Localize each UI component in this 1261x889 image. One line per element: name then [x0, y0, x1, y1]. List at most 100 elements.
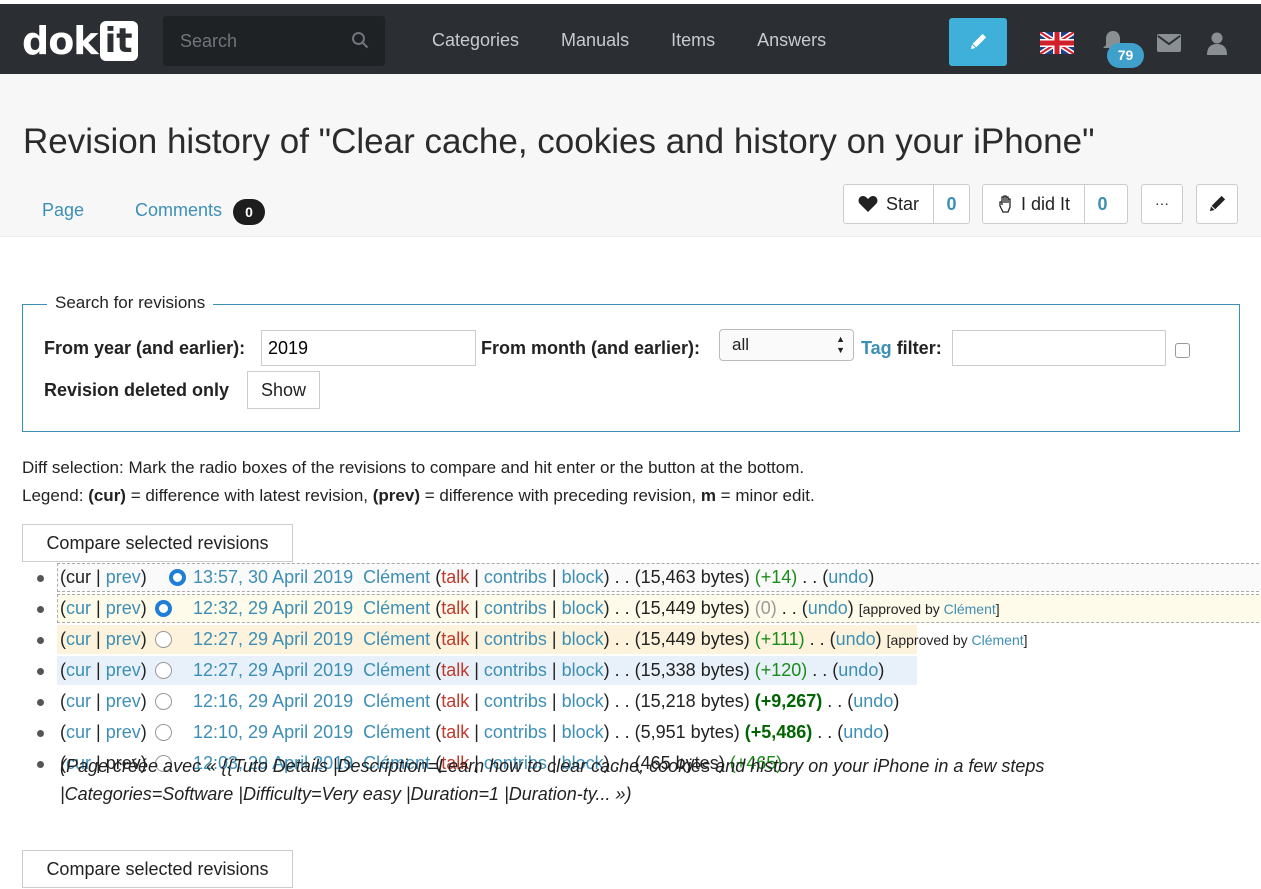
prev-link[interactable]: prev: [106, 722, 141, 742]
block-link[interactable]: block: [562, 691, 604, 711]
revision-radio[interactable]: [155, 693, 172, 710]
revision-user-link[interactable]: Clément: [363, 598, 430, 618]
uk-flag-icon[interactable]: [1040, 32, 1074, 54]
undo-link[interactable]: undo: [828, 567, 868, 587]
revision-user-link[interactable]: Clément: [363, 691, 430, 711]
cur-link[interactable]: cur: [66, 660, 91, 680]
revision-user-link[interactable]: Clément: [363, 629, 430, 649]
contribs-link[interactable]: contribs: [484, 722, 547, 742]
revision-radio[interactable]: [155, 631, 172, 648]
block-link[interactable]: block: [562, 660, 604, 680]
revision-date-link[interactable]: 12:32, 29 April 2019: [193, 598, 353, 618]
nav-manuals[interactable]: Manuals: [561, 30, 629, 51]
user-icon[interactable]: [1206, 31, 1228, 55]
cur-link[interactable]: cur: [66, 598, 91, 618]
logo-box-text: it: [99, 21, 138, 61]
talk-link[interactable]: talk: [441, 691, 469, 711]
prev-link[interactable]: prev: [106, 567, 141, 587]
mail-icon[interactable]: [1157, 34, 1181, 52]
block-link[interactable]: block: [562, 567, 604, 587]
revision-date-link[interactable]: 12:16, 29 April 2019: [193, 691, 353, 711]
revision-date-link[interactable]: 13:57, 30 April 2019: [193, 567, 353, 587]
block-link[interactable]: block: [562, 629, 604, 649]
nav-answers[interactable]: Answers: [757, 30, 826, 51]
compare-revisions-button-top[interactable]: Compare selected revisions: [22, 524, 293, 562]
year-input[interactable]: [261, 330, 476, 366]
revision-radio[interactable]: [155, 724, 172, 741]
dokit-logo[interactable]: dok it: [22, 18, 138, 64]
revision-date-link[interactable]: 12:10, 29 April 2019: [193, 722, 353, 742]
notification-badge[interactable]: 79: [1107, 43, 1144, 68]
undo-link[interactable]: undo: [838, 660, 878, 680]
revision-user-link[interactable]: Clément: [363, 722, 430, 742]
cur-prev-links: (cur | prev): [60, 629, 147, 649]
talk-link[interactable]: talk: [441, 567, 469, 587]
undo-link[interactable]: undo: [836, 629, 876, 649]
approved-user-link[interactable]: Clément: [944, 601, 996, 617]
revision-row: (cur | prev) 12:27, 29 April 2019 Clément…: [22, 655, 1242, 686]
revision-radio[interactable]: [155, 662, 172, 679]
fieldset-legend: Search for revisions: [47, 293, 214, 313]
revision-radio[interactable]: [155, 600, 172, 617]
create-button[interactable]: [949, 18, 1007, 66]
contribs-link[interactable]: contribs: [484, 629, 547, 649]
revision-date-link[interactable]: 12:27, 29 April 2019: [193, 629, 353, 649]
more-options-button[interactable]: ···: [1141, 184, 1183, 224]
comments-count-badge: 0: [233, 199, 265, 225]
legend-cur: (cur): [88, 486, 126, 505]
tag-invert-checkbox[interactable]: [1175, 343, 1190, 358]
year-label: From year (and earlier):: [44, 338, 246, 358]
undo-link[interactable]: undo: [843, 722, 883, 742]
compare-revisions-button-bottom[interactable]: Compare selected revisions: [22, 850, 293, 888]
talk-link[interactable]: talk: [441, 598, 469, 618]
prev-link[interactable]: prev: [106, 598, 141, 618]
revision-details: 12:32, 29 April 2019 Clément (talk | con…: [193, 598, 1000, 618]
contribs-link[interactable]: contribs: [484, 691, 547, 711]
month-select[interactable]: all ▲ ▼: [719, 329, 854, 361]
star-button-group: Star 0: [843, 184, 970, 224]
search-input[interactable]: [163, 16, 343, 66]
edit-page-button[interactable]: [1196, 184, 1238, 224]
revision-radio[interactable]: [169, 569, 186, 586]
bullet: [37, 699, 44, 706]
tab-page[interactable]: Page: [42, 200, 84, 221]
revision-date-link[interactable]: 12:27, 29 April 2019: [193, 660, 353, 680]
contribs-link[interactable]: contribs: [484, 598, 547, 618]
nav-categories[interactable]: Categories: [432, 30, 519, 51]
cur-link[interactable]: cur: [66, 691, 91, 711]
nav-items[interactable]: Items: [671, 30, 715, 51]
talk-link[interactable]: talk: [441, 722, 469, 742]
bullet: [37, 606, 44, 613]
talk-link[interactable]: talk: [441, 660, 469, 680]
revision-diff-size: (+14): [754, 567, 798, 587]
did-it-button[interactable]: I did It: [983, 185, 1084, 223]
tab-comments[interactable]: Comments: [135, 200, 222, 221]
star-button[interactable]: Star: [844, 185, 933, 223]
approved-user-link[interactable]: Clément: [972, 632, 1024, 648]
talk-link[interactable]: talk: [441, 629, 469, 649]
legend-prev-desc: = difference with preceding revision,: [420, 486, 701, 505]
tag-link[interactable]: Tag: [861, 338, 892, 358]
prev-link[interactable]: prev: [106, 691, 141, 711]
search-icon[interactable]: [351, 31, 369, 49]
contribs-link[interactable]: contribs: [484, 660, 547, 680]
cur-link[interactable]: cur: [66, 722, 91, 742]
undo-link[interactable]: undo: [853, 691, 893, 711]
pencil-icon: [970, 33, 987, 50]
show-button[interactable]: Show: [247, 371, 320, 409]
block-link[interactable]: block: [562, 722, 604, 742]
tag-filter-input[interactable]: [952, 330, 1166, 366]
block-link[interactable]: block: [562, 598, 604, 618]
select-arrows-icon: ▲ ▼: [836, 334, 845, 355]
diff-instructions: Diff selection: Mark the radio boxes of …: [22, 458, 805, 477]
prev-link[interactable]: prev: [106, 629, 141, 649]
cur-prev-links: (cur | prev): [60, 691, 147, 711]
cur-link[interactable]: cur: [66, 629, 91, 649]
contribs-link[interactable]: contribs: [484, 567, 547, 587]
revision-user-link[interactable]: Clément: [363, 660, 430, 680]
prev-link[interactable]: prev: [106, 660, 141, 680]
legend-m: m: [700, 486, 716, 505]
revision-user-link[interactable]: Clément: [363, 567, 430, 587]
month-label: From month (and earlier):: [481, 338, 701, 358]
undo-link[interactable]: undo: [808, 598, 848, 618]
